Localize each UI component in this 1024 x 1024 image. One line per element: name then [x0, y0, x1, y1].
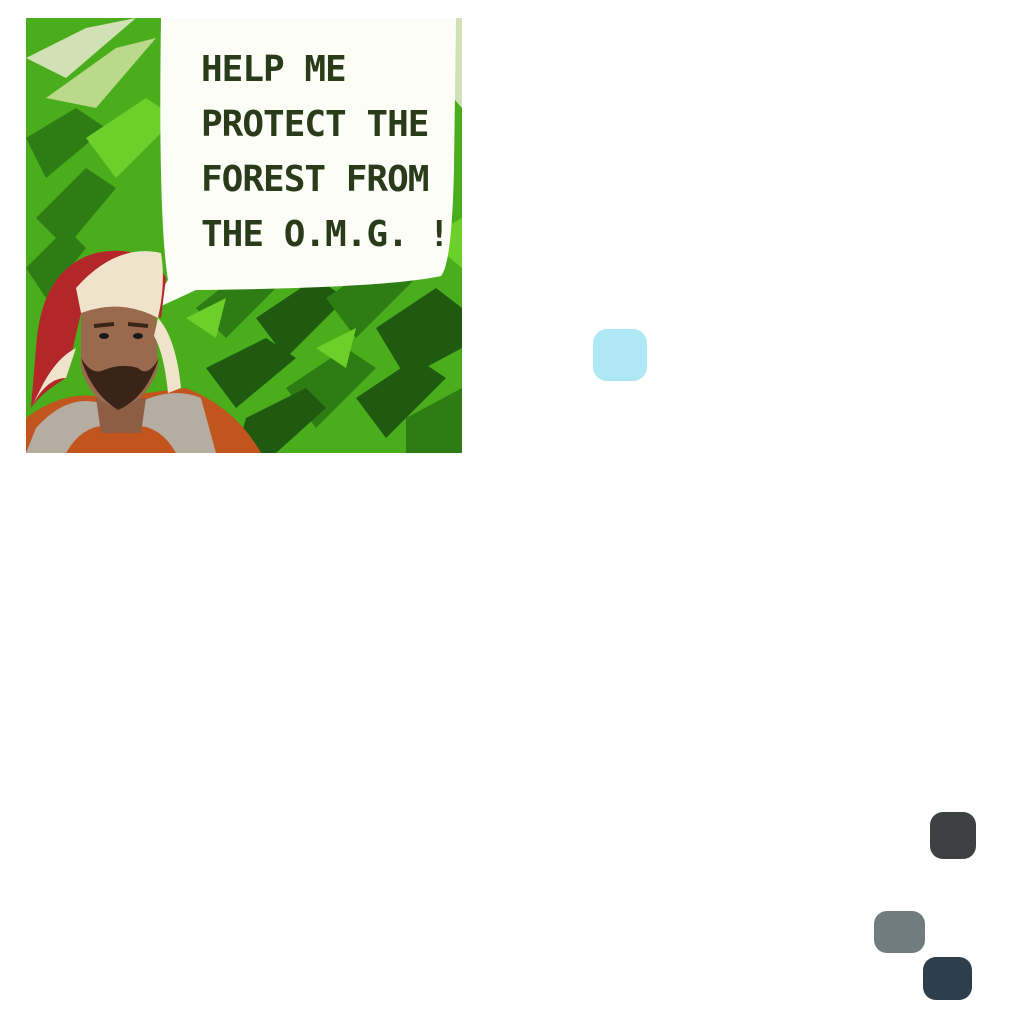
- comic-panel: HELP ME PROTECT THE FOREST FROM THE O.M.…: [26, 18, 462, 453]
- color-swatch-navy[interactable]: [923, 957, 972, 1000]
- speech-bubble-text: HELP ME PROTECT THE FOREST FROM THE O.M.…: [201, 49, 450, 255]
- color-swatch-charcoal[interactable]: [930, 812, 976, 859]
- color-swatch-light-blue[interactable]: [593, 329, 647, 381]
- color-swatch-gray[interactable]: [874, 911, 925, 953]
